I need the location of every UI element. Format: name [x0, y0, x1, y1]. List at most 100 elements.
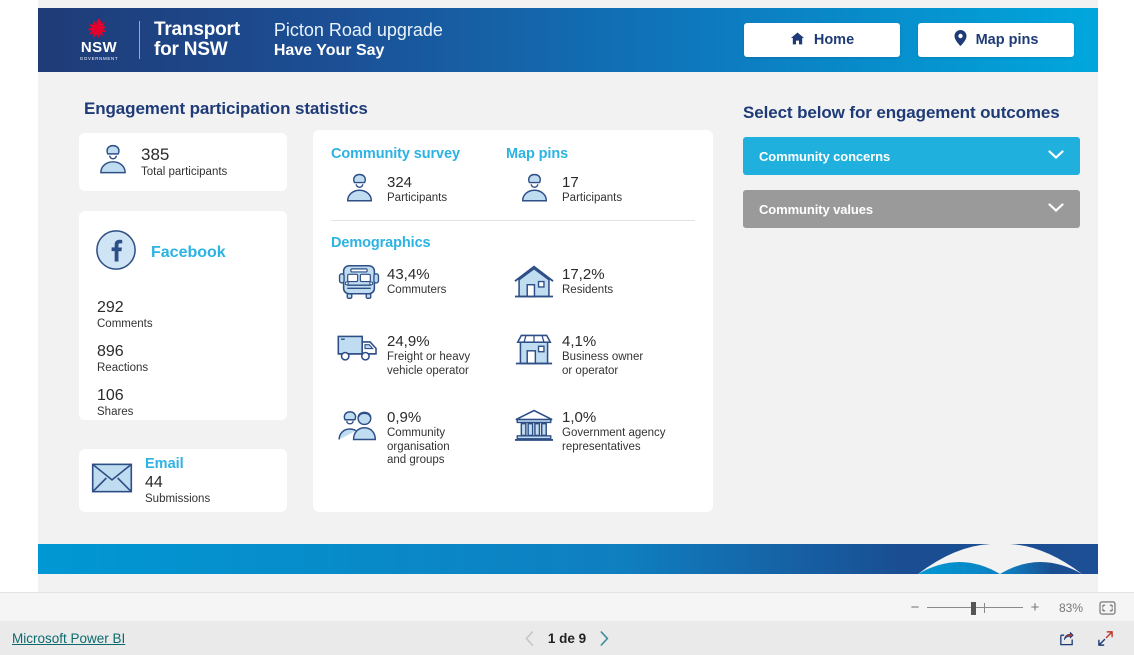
demographic-residents-value: 17,2% — [562, 266, 605, 283]
zoom-control: − + 83% — [907, 600, 1120, 615]
agency-name: Transport for NSW — [154, 20, 240, 60]
facebook-comments-value: 292 — [97, 299, 124, 316]
chevron-right-icon[interactable] — [600, 630, 609, 646]
community-survey-heading: Community survey — [331, 146, 460, 162]
powerbi-zoom-toolbar: − + 83% — [0, 592, 1134, 623]
demographic-government-value: 1,0% — [562, 409, 597, 426]
accordion-community-values[interactable]: Community values — [743, 190, 1080, 228]
facebook-shares-label: Shares — [97, 406, 134, 418]
zoom-slider[interactable] — [927, 601, 1023, 615]
demographic-freight-value: 24,9% — [387, 333, 430, 350]
home-button-label: Home — [813, 32, 855, 48]
microsoft-power-bi-link[interactable]: Microsoft Power BI — [12, 631, 125, 646]
demographic-freight-label: Freight or heavy vehicle operator — [387, 351, 471, 377]
envelope-icon — [91, 462, 133, 499]
zoom-slider-thumb[interactable] — [971, 601, 976, 615]
home-button[interactable]: Home — [744, 23, 900, 57]
footer-wave-band — [38, 544, 1098, 574]
demographic-business: 4,1% Business owner or operator — [506, 330, 681, 378]
facebook-name: Facebook — [151, 243, 226, 261]
share-icon[interactable] — [1058, 630, 1075, 647]
statistics-section-title: Engagement participation statistics — [84, 99, 368, 118]
zoom-out-button[interactable]: − — [907, 600, 923, 615]
page-header: NSW GOVERNMENT Transport for NSW Picton … — [38, 8, 1098, 72]
demographic-government: 1,0% Government agency representatives — [506, 406, 681, 454]
government-icon — [506, 406, 562, 444]
demographics-row: 0,9% Community organisation and groups 1… — [331, 406, 695, 468]
community-survey-stat: 324 Participants — [331, 171, 506, 206]
chevron-down-icon — [1048, 200, 1064, 218]
email-card: Email 44 Submissions — [79, 449, 287, 512]
demographic-community-org-label: Community organisation and groups — [387, 427, 450, 466]
email-value: 44 — [145, 473, 163, 491]
facebook-reactions-value: 896 — [97, 343, 124, 360]
demographic-freight: 24,9% Freight or heavy vehicle operator — [331, 330, 506, 378]
people-icon — [331, 406, 387, 444]
demographic-commuters: 43,4% Commuters — [331, 263, 506, 301]
demographic-residents-label: Residents — [562, 284, 614, 296]
facebook-reactions: 896 Reactions — [97, 342, 287, 375]
zoom-in-button[interactable]: + — [1027, 600, 1043, 615]
house-icon — [506, 263, 562, 301]
map-pin-icon — [954, 30, 967, 50]
bus-icon — [331, 263, 387, 301]
facebook-reactions-label: Reactions — [97, 362, 149, 374]
accordion-community-concerns-label: Community concerns — [759, 148, 891, 164]
page-navigator: 1 de 9 — [525, 631, 609, 646]
demographics-row: 43,4% Commuters 17,2% Residents — [331, 263, 695, 301]
home-icon — [790, 31, 805, 50]
header-nav-buttons: Home Map pins — [744, 23, 1074, 57]
nsw-waratah-logo: NSW GOVERNMENT — [73, 17, 125, 63]
outcomes-section-title: Select below for engagement outcomes — [743, 103, 1060, 122]
community-survey-label: Participants — [387, 192, 448, 204]
project-subtitle: Have Your Say — [273, 42, 385, 59]
facebook-card: Facebook 292 Comments 896 Reactions 106 … — [79, 211, 287, 420]
project-heading: Picton Road upgrade Have Your Say — [274, 19, 443, 61]
total-participants-card: 385 Total participants — [79, 133, 287, 191]
total-participants-label: Total participants — [141, 166, 228, 178]
total-participants-value: 385 — [141, 145, 170, 164]
email-name: Email — [145, 455, 184, 472]
government-wordmark: GOVERNMENT — [79, 56, 119, 61]
chevron-left-icon[interactable] — [525, 630, 534, 646]
demographic-community-org-value: 0,9% — [387, 409, 422, 426]
page-indicator: 1 de 9 — [547, 630, 587, 646]
fit-to-page-icon[interactable] — [1099, 600, 1116, 615]
section-divider — [331, 220, 695, 221]
channels-values: 324 Participants 17 Participants — [331, 171, 695, 206]
email-label: Submissions — [145, 492, 211, 505]
facebook-comments: 292 Comments — [97, 298, 287, 331]
brand-lockup: NSW GOVERNMENT Transport for NSW — [73, 17, 240, 63]
channels-headings: Community survey Map pins — [331, 146, 695, 162]
zoom-slider-tick — [984, 602, 985, 613]
demographics-row: 24,9% Freight or heavy vehicle operator — [331, 330, 695, 378]
power-bi-report-viewer: NSW GOVERNMENT Transport for NSW Picton … — [0, 0, 1134, 655]
agency-line-1: Transport — [154, 19, 240, 40]
map-pins-label: Participants — [562, 192, 623, 204]
person-icon — [331, 171, 387, 206]
accordion-community-concerns[interactable]: Community concerns — [743, 137, 1080, 175]
person-icon — [95, 142, 131, 183]
project-title: Picton Road upgrade — [273, 20, 443, 40]
demographics-heading: Demographics — [331, 235, 431, 251]
facebook-icon — [95, 229, 137, 276]
map-pins-button-label: Map pins — [975, 32, 1039, 48]
truck-icon — [331, 330, 387, 364]
powerbi-footer-bar: Microsoft Power BI 1 de 9 — [0, 621, 1134, 655]
facebook-shares-value: 106 — [97, 387, 124, 404]
zoom-percent-label: 83% — [1058, 600, 1083, 615]
community-survey-value: 324 — [387, 174, 413, 191]
chevron-down-icon — [1048, 147, 1064, 165]
brand-divider — [139, 21, 140, 59]
demographic-commuters-label: Commuters — [387, 284, 447, 296]
fullscreen-icon[interactable] — [1097, 630, 1114, 647]
demographic-government-label: Government agency representatives — [562, 427, 666, 453]
map-pins-button[interactable]: Map pins — [918, 23, 1074, 57]
demographic-commuters-value: 43,4% — [387, 266, 430, 283]
facebook-shares: 106 Shares — [97, 386, 287, 419]
powerbi-footer-actions — [1058, 630, 1114, 647]
accordion-community-values-label: Community values — [759, 201, 873, 217]
person-icon — [506, 171, 562, 206]
demographic-business-label: Business owner or operator — [562, 351, 644, 377]
agency-line-2: for NSW — [154, 39, 228, 60]
